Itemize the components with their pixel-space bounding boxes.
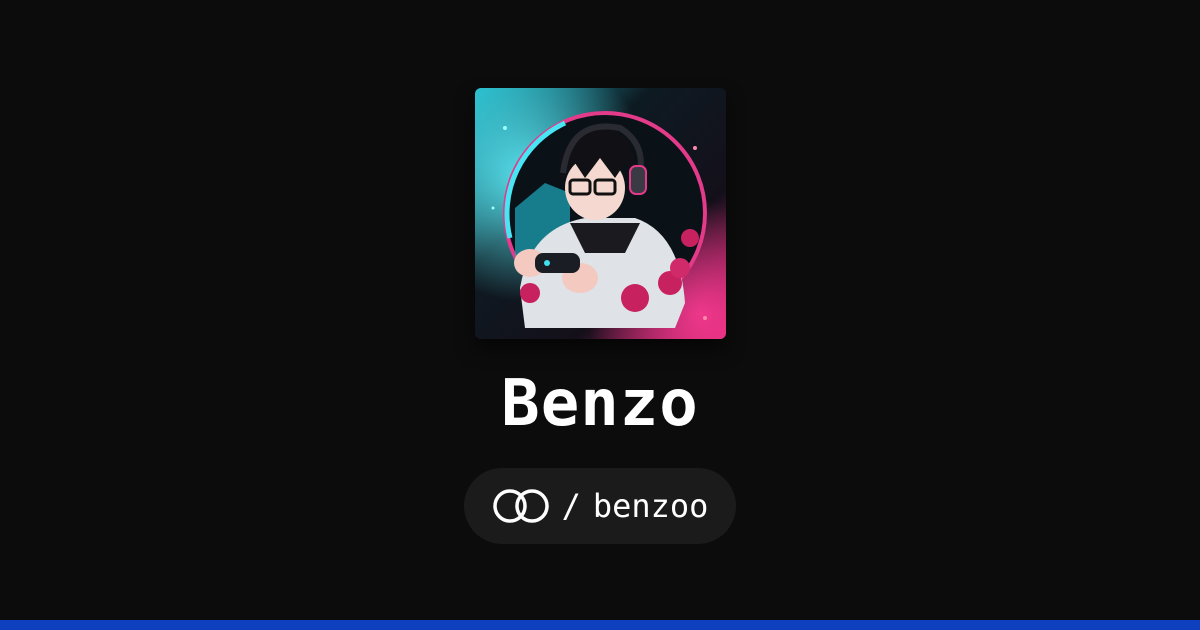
handle-separator: / — [561, 487, 581, 525]
display-name: Benzo — [501, 367, 699, 441]
profile-handle-link[interactable]: / benzoo — [464, 468, 736, 544]
username: benzoo — [592, 487, 709, 525]
avatar — [475, 88, 726, 339]
accent-bar — [0, 620, 1200, 630]
linked-rings-icon — [492, 488, 550, 524]
share-card: Benzo / benzoo — [0, 0, 1200, 630]
avatar-illustration — [475, 88, 726, 339]
